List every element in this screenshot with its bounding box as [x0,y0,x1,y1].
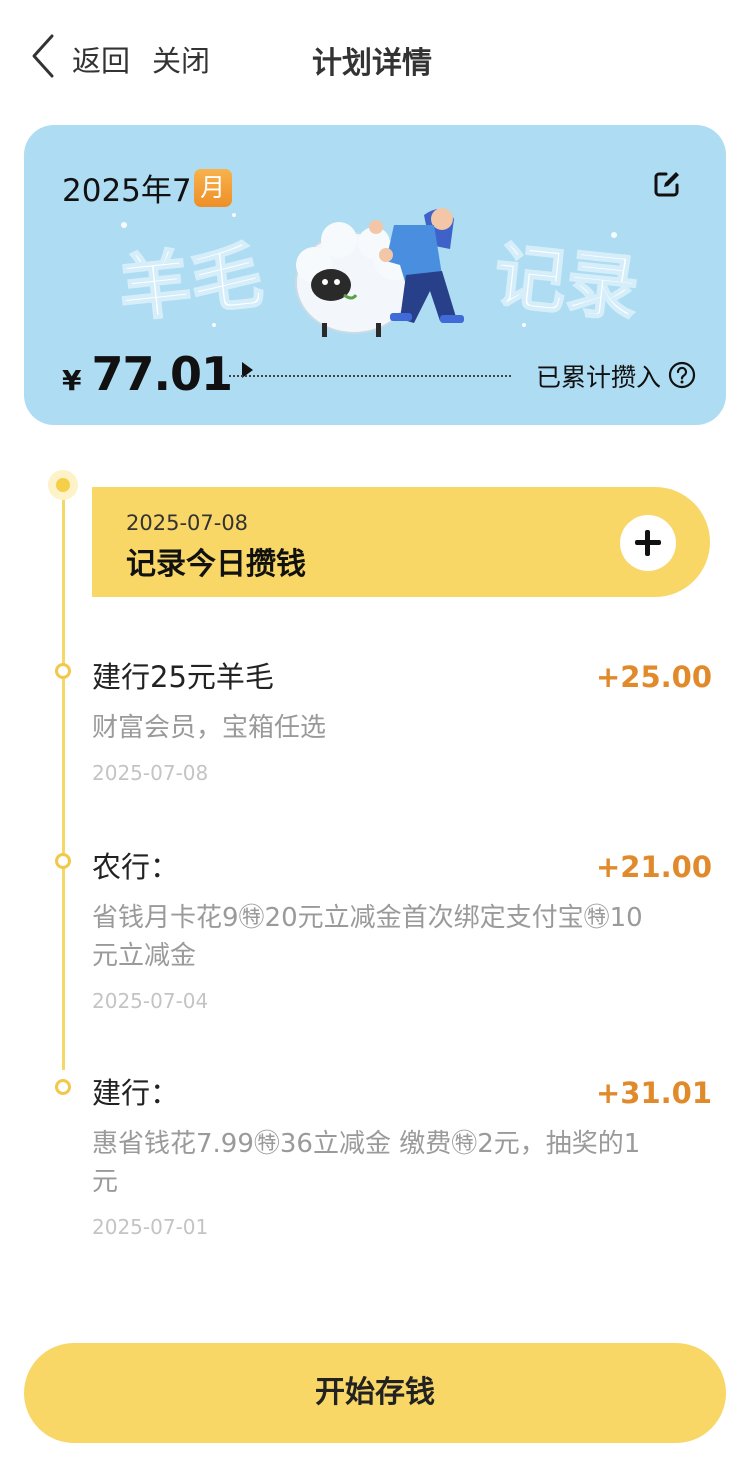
record-today-button[interactable]: 2025-07-08 记录今日攒钱 [92,487,710,597]
chevron-left-icon[interactable] [28,32,58,80]
list-item[interactable]: 建行25元羊毛 +25.00 财富会员，宝箱任选 2025-07-08 [92,659,712,785]
list-item[interactable]: 农行： +21.00 省钱月卡花9㊕20元立减金首次绑定支付宝㊕10元立减金 2… [92,849,712,1013]
entry-date: 2025-07-08 [92,761,209,785]
start-saving-button[interactable]: 开始存钱 [24,1343,726,1443]
banner-text-left: 羊毛 [115,233,267,332]
entry-description: 省钱月卡花9㊕20元立减金首次绑定支付宝㊕10元立减金 [92,903,643,971]
edit-icon[interactable] [652,169,682,199]
currency-symbol: ¥ [62,364,82,397]
entry-amount: +25.00 [595,660,712,694]
plan-summary-card: 2025年7 月 羊毛 记录 ¥ 77.01 已累计攒入 [24,125,726,425]
dotted-divider [229,375,511,377]
entry-amount: +21.00 [595,850,712,884]
back-button[interactable]: 返回 [72,38,130,80]
wool-record-banner: 羊毛 记录 [114,208,643,337]
banner-text-right: 记录 [490,233,642,332]
list-item[interactable]: 建行： +31.01 惠省钱花7.99㊕36立减金 缴费㊕2元，抽奖的1元 20… [92,1075,712,1239]
timeline-line [62,490,65,1070]
entry-date: 2025-07-01 [92,1215,209,1239]
entry-date: 2025-07-04 [92,989,209,1013]
close-button[interactable]: 关闭 [152,38,210,80]
total-saved-label: 已累计攒入 [536,363,662,392]
timeline-dot [55,663,71,679]
amount-value: 77.01 [91,347,233,401]
nav-bar: 返回 关闭 计划详情 [0,0,750,110]
question-circle-icon[interactable] [668,361,696,389]
timeline-dot [55,1079,71,1095]
entry-description: 财富会员，宝箱任选 [92,713,327,743]
entry-description: 惠省钱花7.99㊕36立减金 缴费㊕2元，抽奖的1元 [92,1129,641,1197]
page-title: 计划详情 [312,46,432,81]
total-amount[interactable]: ¥ 77.01 [62,347,253,401]
entry-amount: +31.01 [595,1076,712,1110]
plus-icon[interactable] [620,515,676,571]
timeline-current-dot [48,470,78,500]
record-today-date: 2025-07-08 [126,511,249,535]
record-today-label: 记录今日攒钱 [126,547,306,582]
timeline-dot [55,853,71,869]
